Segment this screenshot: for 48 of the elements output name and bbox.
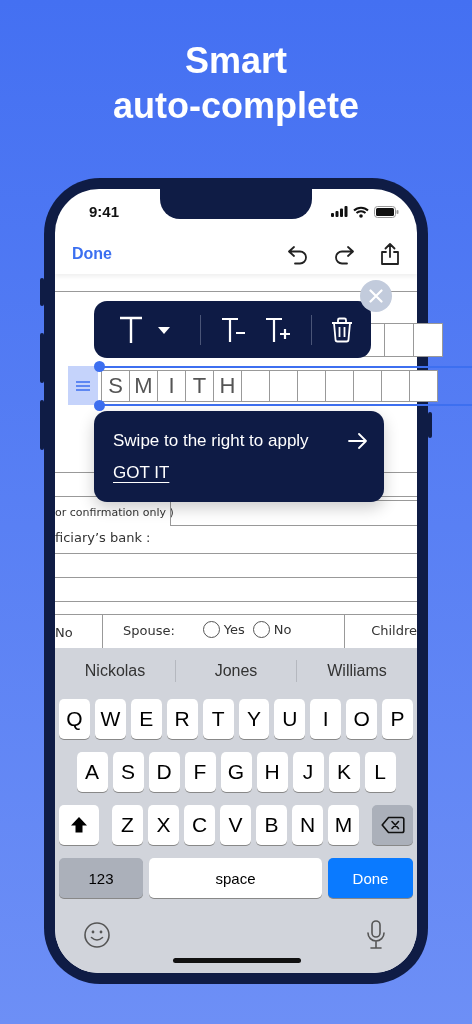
suggestion[interactable]: Jones xyxy=(176,662,296,680)
option-label: No xyxy=(273,622,292,637)
done-key[interactable]: Done xyxy=(328,858,413,898)
headline: auto-complete xyxy=(113,84,359,128)
form-label: Childre xyxy=(370,622,417,640)
key[interactable]: K xyxy=(328,752,360,792)
key[interactable]: S xyxy=(112,752,144,792)
got-it-link[interactable]: GOT IT xyxy=(113,463,170,483)
key[interactable]: M xyxy=(328,805,359,845)
form-label: Spouse: xyxy=(122,623,175,638)
key[interactable]: R xyxy=(166,699,198,739)
letter-cell: I xyxy=(157,370,186,402)
key[interactable]: H xyxy=(256,752,288,792)
key[interactable]: Q xyxy=(58,699,90,739)
key[interactable]: U xyxy=(274,699,306,739)
key[interactable]: D xyxy=(148,752,180,792)
option-label: Yes xyxy=(223,622,245,637)
key[interactable]: O xyxy=(346,699,378,739)
key[interactable]: B xyxy=(256,805,287,845)
key[interactable]: V xyxy=(220,805,251,845)
key[interactable]: C xyxy=(184,805,215,845)
letter-cell: T xyxy=(185,370,214,402)
letter-cell: H xyxy=(213,370,242,402)
key[interactable]: A xyxy=(76,752,108,792)
key[interactable]: W xyxy=(94,699,126,739)
letter-cell: M xyxy=(129,370,158,402)
key[interactable]: N xyxy=(292,805,323,845)
status-time: 9:41 xyxy=(89,203,120,220)
key[interactable]: T xyxy=(202,699,234,739)
space-key[interactable]: space xyxy=(149,858,322,898)
key[interactable]: X xyxy=(148,805,179,845)
key[interactable]: Z xyxy=(112,805,143,845)
key[interactable]: F xyxy=(184,752,216,792)
numbers-key[interactable]: 123 xyxy=(59,858,143,898)
tooltip-text: Swipe to the right to apply xyxy=(113,431,309,451)
headline: Smart xyxy=(184,39,287,83)
key[interactable]: L xyxy=(364,752,396,792)
key[interactable]: G xyxy=(220,752,252,792)
done-button[interactable]: Done xyxy=(72,245,112,263)
suggestion[interactable]: Williams xyxy=(297,662,417,680)
key[interactable]: Y xyxy=(238,699,270,739)
form-label: ficiary’s bank : xyxy=(55,530,151,545)
letter-cell: S xyxy=(101,370,130,402)
key[interactable]: E xyxy=(130,699,162,739)
key[interactable]: J xyxy=(292,752,324,792)
key[interactable]: I xyxy=(310,699,342,739)
suggestion[interactable]: Nickolas xyxy=(55,662,175,680)
key[interactable]: P xyxy=(382,699,414,739)
